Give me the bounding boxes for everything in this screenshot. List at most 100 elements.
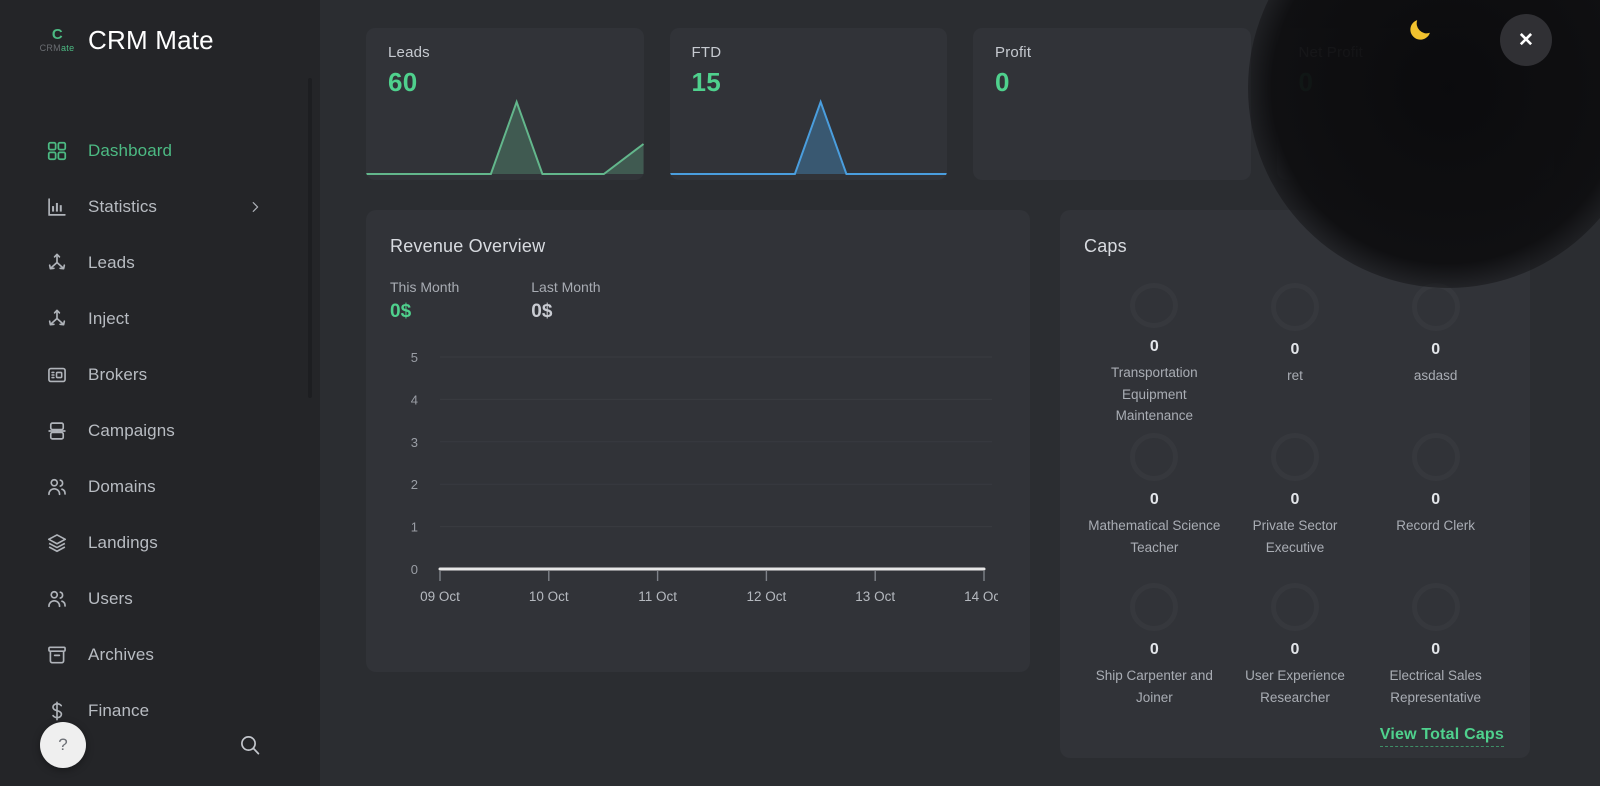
last-month-value: 0$ (531, 301, 553, 322)
chevron-right-icon[interactable] (248, 200, 262, 214)
close-icon: ✕ (1518, 29, 1534, 51)
cap-label: Electrical Sales Representative (1389, 668, 1482, 705)
cap-item[interactable]: 0 Record Clerk (1365, 427, 1506, 577)
sidebar-item-domains[interactable]: Domains (0, 459, 320, 515)
sidebar-item-label: Archives (88, 645, 154, 664)
stat-card-sparkline (366, 88, 644, 180)
stat-card-sparkline (669, 88, 947, 180)
question-icon: ? (58, 735, 68, 754)
sidebar-item-statistics[interactable]: Statistics (0, 179, 320, 235)
help-button[interactable]: ? (40, 722, 86, 768)
caps-footer: View Total Caps (1379, 726, 1504, 747)
sidebar-item-users[interactable]: Users (0, 571, 320, 627)
cap-item[interactable]: 0 Electrical Sales Representative (1365, 577, 1506, 727)
cap-label: Mathematical Science Teacher (1088, 518, 1221, 555)
revenue-chart[interactable]: 0 1 2 3 4 5 09 Oct 10 Oct 11 Oct 12 Oct 13 Oct 14 O… (390, 347, 1004, 607)
sidebar-item-brokers[interactable]: Brokers (0, 347, 320, 403)
stat-card-profit[interactable]: Profit 0 (973, 28, 1251, 180)
layers-icon (46, 532, 68, 554)
theme-toggle-button[interactable] (1402, 12, 1438, 48)
logo-c-letter: C (51, 26, 63, 43)
sidebar-item-label: Users (88, 589, 133, 608)
sidebar-item-label: Inject (88, 309, 130, 328)
cap-progress-ring (1270, 433, 1319, 481)
sidebar-item-landings[interactable]: Landings (0, 515, 320, 571)
cap-item[interactable]: 0 Private Sector Executive (1225, 427, 1366, 577)
logo-word-ate: ate (60, 43, 75, 53)
moon-icon (1410, 20, 1430, 40)
brand[interactable]: C CRMate CRM Mate (0, 0, 320, 66)
sidebar-item-label: Leads (88, 253, 135, 272)
cap-progress-ring (1411, 283, 1460, 331)
sidebar-item-label: Dashboard (88, 141, 173, 160)
revenue-overview-panel: Revenue Overview This Month 0$ Last Mont… (366, 210, 1030, 672)
sidebar-item-campaigns[interactable]: Campaigns (0, 403, 320, 459)
cap-value: 0 (1149, 491, 1159, 508)
cap-label: User Experience Researcher (1245, 668, 1345, 705)
cap-item[interactable]: 0 Mathematical Science Teacher (1084, 427, 1225, 577)
sidebar-item-inject[interactable]: Inject (0, 291, 320, 347)
cap-progress-ring (1411, 433, 1460, 481)
sidebar-item-leads[interactable]: Leads (0, 235, 320, 291)
view-total-caps-link[interactable]: View Total Caps (1379, 726, 1504, 747)
stat-card-sparkline (973, 88, 1251, 180)
crmate-logo-icon: C CRMate (36, 20, 78, 60)
cap-progress-ring (1130, 283, 1179, 329)
sidebar-scrollbar-track[interactable] (308, 0, 316, 786)
svg-text:11 Oct: 11 Oct (638, 589, 677, 604)
cap-label: asdasd (1413, 368, 1458, 383)
close-button[interactable]: ✕ (1500, 14, 1552, 66)
svg-text:10 Oct: 10 Oct (529, 589, 569, 604)
search-icon (241, 736, 260, 755)
cap-item[interactable]: 0 Ship Carpenter and Joiner (1084, 577, 1225, 727)
caps-panel-title: Caps (1084, 236, 1127, 256)
logo-wordmark: CRMate (40, 44, 75, 53)
search-button[interactable] (236, 731, 264, 759)
svg-text:2: 2 (411, 477, 418, 492)
revenue-month-summary: This Month 0$ Last Month 0$ (390, 279, 998, 323)
caps-panel: Caps 0 Transportation Equipment Maintenan… (1060, 210, 1530, 758)
cap-progress-ring (1270, 283, 1319, 331)
broker-icon (46, 364, 68, 386)
svg-text:13 Oct: 13 Oct (855, 589, 895, 604)
cap-item[interactable]: 0 Transportation Equipment Maintenance (1084, 277, 1225, 427)
cap-value: 0 (1431, 491, 1441, 508)
cap-value: 0 (1431, 341, 1441, 358)
svg-text:12 Oct: 12 Oct (747, 589, 787, 604)
caps-grid: 0 Transportation Equipment Maintenance 0 re… (1084, 277, 1506, 727)
cap-label: ret (1287, 368, 1303, 383)
stat-card-leads[interactable]: Leads 60 (366, 28, 644, 180)
stat-card-title: Profit (995, 44, 1032, 61)
sidebar-item-label: Statistics (88, 197, 158, 216)
revenue-panel-title: Revenue Overview (390, 236, 546, 256)
cap-value: 0 (1290, 491, 1300, 508)
svg-text:0: 0 (411, 562, 418, 577)
archive-icon (46, 644, 68, 666)
cap-value: 0 (1149, 338, 1159, 356)
campaign-icon (46, 420, 68, 442)
last-month-label: Last Month (531, 279, 601, 295)
svg-text:5: 5 (411, 350, 418, 365)
sidebar-item-archives[interactable]: Archives (0, 627, 320, 683)
last-month-block: Last Month 0$ (531, 279, 600, 323)
sidebar-item-dashboard[interactable]: Dashboard (0, 123, 320, 179)
stat-card-row: Leads 60 FTD 15 Profit 0 Net Profit 0 (366, 28, 1554, 180)
stat-card-title: Leads (388, 44, 430, 61)
cap-item[interactable]: 0 ret (1225, 277, 1366, 427)
cap-item[interactable]: 0 User Experience Researcher (1225, 577, 1366, 727)
stat-card-title: FTD (691, 44, 722, 61)
users-icon (46, 476, 68, 498)
sidebar-scrollbar-thumb[interactable] (308, 78, 312, 398)
sidebar-nav: Dashboard Statistics Leads Inject Brokers Cam… (0, 123, 320, 739)
main-content: Leads 60 FTD 15 Profit 0 Net Profit 0 Revenue… (320, 0, 1600, 786)
sidebar-item-label: Landings (88, 533, 158, 552)
cap-item[interactable]: 0 asdasd (1365, 277, 1506, 427)
this-month-block: This Month 0$ (390, 279, 459, 323)
cap-progress-ring (1411, 583, 1460, 631)
cap-progress-ring (1130, 583, 1179, 631)
bar-chart-icon (46, 196, 68, 218)
cap-label: Ship Carpenter and Joiner (1095, 668, 1213, 705)
stat-card-ftd[interactable]: FTD 15 (669, 28, 947, 180)
svg-text:3: 3 (411, 435, 418, 450)
revenue-chart-svg: 0 1 2 3 4 5 09 Oct 10 Oct 11 Oct 12 Oct 13 Oct 14 O… (411, 350, 1004, 604)
